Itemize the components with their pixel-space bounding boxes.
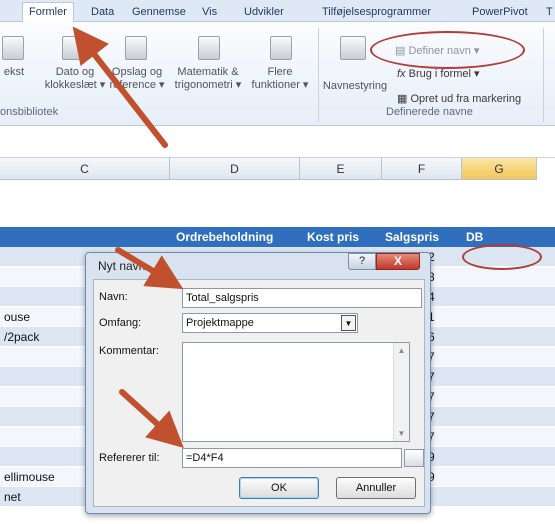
arrow-to-refers-field [119,389,184,449]
annotation-arrows [72,26,184,449]
arrow-to-formler-tab [72,26,168,148]
arrow-to-name-field [115,247,184,290]
